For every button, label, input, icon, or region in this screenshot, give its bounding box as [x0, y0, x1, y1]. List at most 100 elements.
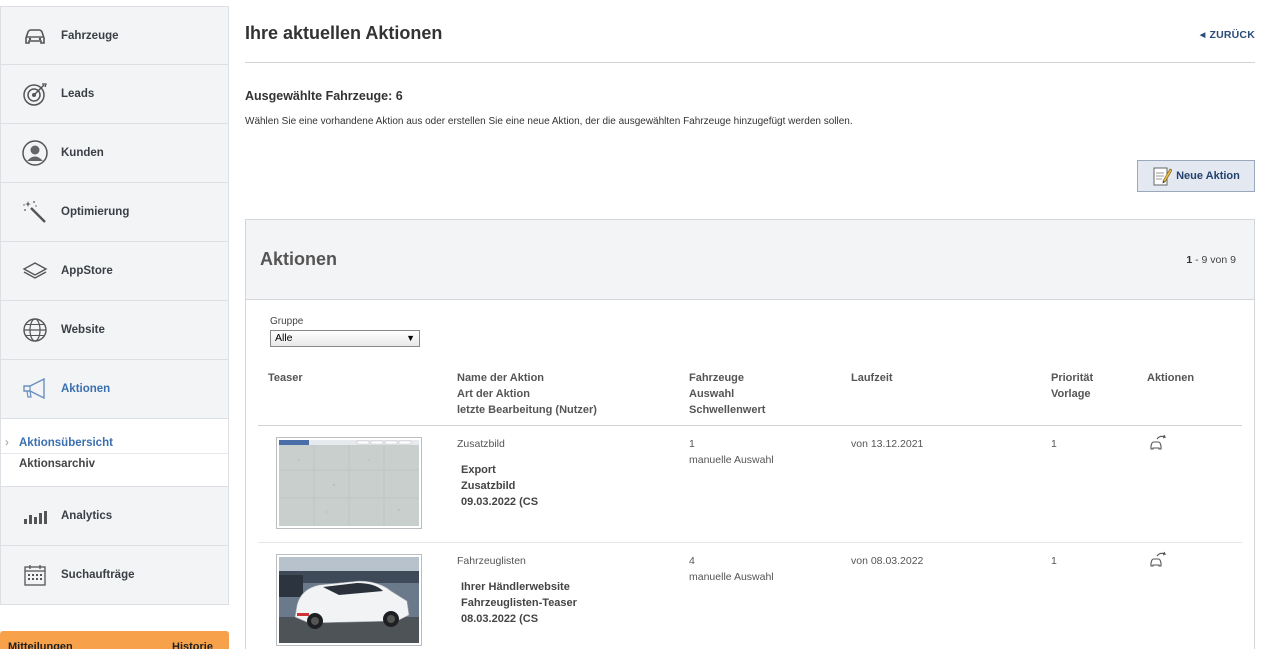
vehicle-selection: manuelle Auswahl: [689, 571, 774, 583]
column-header-line: Schwellenwert: [689, 404, 766, 416]
globe-icon: [21, 316, 49, 344]
edit-note-icon: [1153, 167, 1173, 186]
cell-priority: 1: [1051, 438, 1057, 450]
megaphone-icon: [21, 375, 49, 403]
column-header-line: Auswahl: [689, 388, 735, 400]
cell-vehicles: 1 manuelle Auswahl: [689, 436, 774, 468]
magic-wand-icon: [21, 198, 49, 226]
new-action-button[interactable]: Neue Aktion: [1137, 160, 1255, 192]
notifications-label[interactable]: Mitteilungen: [8, 641, 73, 649]
column-header-teaser: Teaser: [268, 372, 303, 384]
teaser-thumbnail[interactable]: [276, 554, 422, 646]
sidebar-item-label: Optimierung: [61, 206, 130, 218]
sidebar-subitem-aktionsarchiv[interactable]: Aktionsarchiv: [1, 454, 228, 474]
sidebar-item-appstore[interactable]: AppStore: [0, 242, 229, 301]
sidebar-item-label: AppStore: [61, 265, 113, 277]
sidebar-subnav: › Aktionsübersicht Aktionsarchiv: [0, 419, 229, 487]
cell-priority: 1: [1051, 555, 1057, 567]
sidebar-item-label: Kunden: [61, 147, 104, 159]
cell-duration: von 13.12.2021: [851, 438, 924, 450]
cell-name: Zusatzbild Export Zusatzbild 09.03.2022 …: [457, 436, 538, 510]
column-header-line: Name der Aktion: [457, 372, 545, 384]
table-row[interactable]: Fahrzeuglisten Ihrer Händlerwebsite Fahr…: [258, 543, 1242, 649]
subitem-label: Aktionsarchiv: [19, 458, 96, 470]
vehicle-count: 4: [689, 555, 695, 567]
panel-title: Aktionen: [260, 249, 338, 269]
column-header-line: Fahrzeuge: [689, 372, 745, 384]
intro-text: Wählen Sie eine vorhandene Aktion aus od…: [245, 116, 853, 127]
sidebar-item-label: Aktionen: [61, 383, 111, 395]
triangle-left-icon: ◀: [1199, 32, 1206, 39]
column-header-line: Priorität: [1051, 372, 1094, 384]
sidebar-item-kunden[interactable]: Kunden: [0, 124, 229, 183]
column-header-line: letzte Bearbeitung (Nutzer): [457, 404, 597, 416]
target-icon: [21, 80, 49, 108]
group-filter-value: Alle: [275, 332, 293, 344]
cell-name: Fahrzeuglisten Ihrer Händlerwebsite Fahr…: [457, 553, 577, 627]
sidebar: Fahrzeuge Leads Kunden Optimierung AppSt…: [0, 6, 229, 605]
column-header-priority: Priorität Vorlage: [1051, 370, 1093, 402]
action-type: Fahrzeuglisten: [457, 555, 526, 567]
pagination-info: 1 - 9 von 9: [1186, 254, 1236, 266]
sidebar-item-fahrzeuge[interactable]: Fahrzeuge: [0, 6, 229, 65]
group-filter-label: Gruppe: [270, 316, 304, 327]
add-vehicle-to-action-icon[interactable]: [1148, 434, 1168, 452]
action-kind: Fahrzeuglisten-Teaser: [461, 597, 577, 609]
car-icon: [21, 22, 49, 50]
sidebar-item-website[interactable]: Website: [0, 301, 229, 360]
back-label: ZURÜCK: [1209, 29, 1255, 41]
notifications-bar[interactable]: Mitteilungen Historie: [0, 631, 229, 649]
add-vehicle-to-action-icon[interactable]: [1148, 551, 1168, 569]
sidebar-item-aktionen[interactable]: Aktionen: [0, 360, 229, 419]
chevron-right-icon: ›: [5, 437, 9, 449]
group-filter-select[interactable]: Alle ▼: [270, 330, 420, 347]
sidebar-item-analytics[interactable]: Analytics: [0, 487, 229, 546]
action-last-edit: 08.03.2022 (CS: [461, 613, 539, 625]
back-link[interactable]: ◀ ZURÜCK: [1200, 29, 1255, 41]
history-label[interactable]: Historie: [172, 641, 213, 649]
teaser-image-white-car: [279, 557, 419, 643]
bar-chart-icon: [21, 502, 49, 530]
sidebar-item-label: Fahrzeuge: [61, 29, 119, 42]
sidebar-item-label: Website: [61, 324, 105, 336]
sidebar-item-optimierung[interactable]: Optimierung: [0, 183, 229, 242]
sidebar-item-suchauftraege[interactable]: Suchaufträge: [0, 546, 229, 605]
teaser-image-concrete-wall: [279, 440, 419, 526]
sidebar-item-label: Leads: [61, 88, 95, 100]
column-header-actions: Aktionen: [1147, 372, 1195, 384]
action-type: Zusatzbild: [457, 438, 505, 450]
action-kind: Zusatzbild: [461, 480, 516, 492]
actions-panel: Aktionen 1 - 9 von 9 Gruppe Alle ▼ Tease…: [245, 219, 1255, 649]
column-header-vehicles: Fahrzeuge Auswahl Schwellenwert: [689, 370, 765, 418]
layers-icon: [21, 257, 49, 285]
new-action-label: Neue Aktion: [1176, 170, 1240, 182]
column-header-line: Vorlage: [1051, 388, 1091, 400]
selected-vehicles-count: Ausgewählte Fahrzeuge: 6: [245, 89, 403, 103]
calendar-icon: [21, 561, 49, 589]
cell-vehicles: 4 manuelle Auswahl: [689, 553, 774, 585]
column-header-line: Art der Aktion: [457, 388, 530, 400]
page-title: Ihre aktuellen Aktionen: [245, 23, 443, 43]
user-icon: [21, 139, 49, 167]
action-name[interactable]: Export: [457, 462, 538, 478]
column-header-name: Name der Aktion Art der Aktion letzte Be…: [457, 370, 597, 418]
divider: [245, 62, 1255, 63]
subitem-label: Aktionsübersicht: [19, 437, 113, 449]
pager-range-rest: - 9 von 9: [1192, 254, 1236, 266]
sidebar-item-label: Analytics: [61, 510, 113, 522]
teaser-thumbnail[interactable]: [276, 437, 422, 529]
sidebar-item-leads[interactable]: Leads: [0, 65, 229, 124]
sidebar-subitem-aktionsuebersicht[interactable]: › Aktionsübersicht: [1, 433, 228, 454]
column-header-duration: Laufzeit: [851, 372, 893, 384]
action-last-edit: 09.03.2022 (CS: [461, 496, 539, 508]
sidebar-item-label: Suchaufträge: [61, 569, 135, 581]
panel-header: Aktionen 1 - 9 von 9: [246, 220, 1254, 300]
vehicle-selection: manuelle Auswahl: [689, 454, 774, 466]
chevron-down-icon: ▼: [406, 333, 415, 343]
vehicle-count: 1: [689, 438, 695, 450]
cell-duration: von 08.03.2022: [851, 555, 924, 567]
action-name[interactable]: Ihrer Händlerwebsite: [457, 579, 577, 595]
table-row[interactable]: Zusatzbild Export Zusatzbild 09.03.2022 …: [258, 426, 1242, 543]
